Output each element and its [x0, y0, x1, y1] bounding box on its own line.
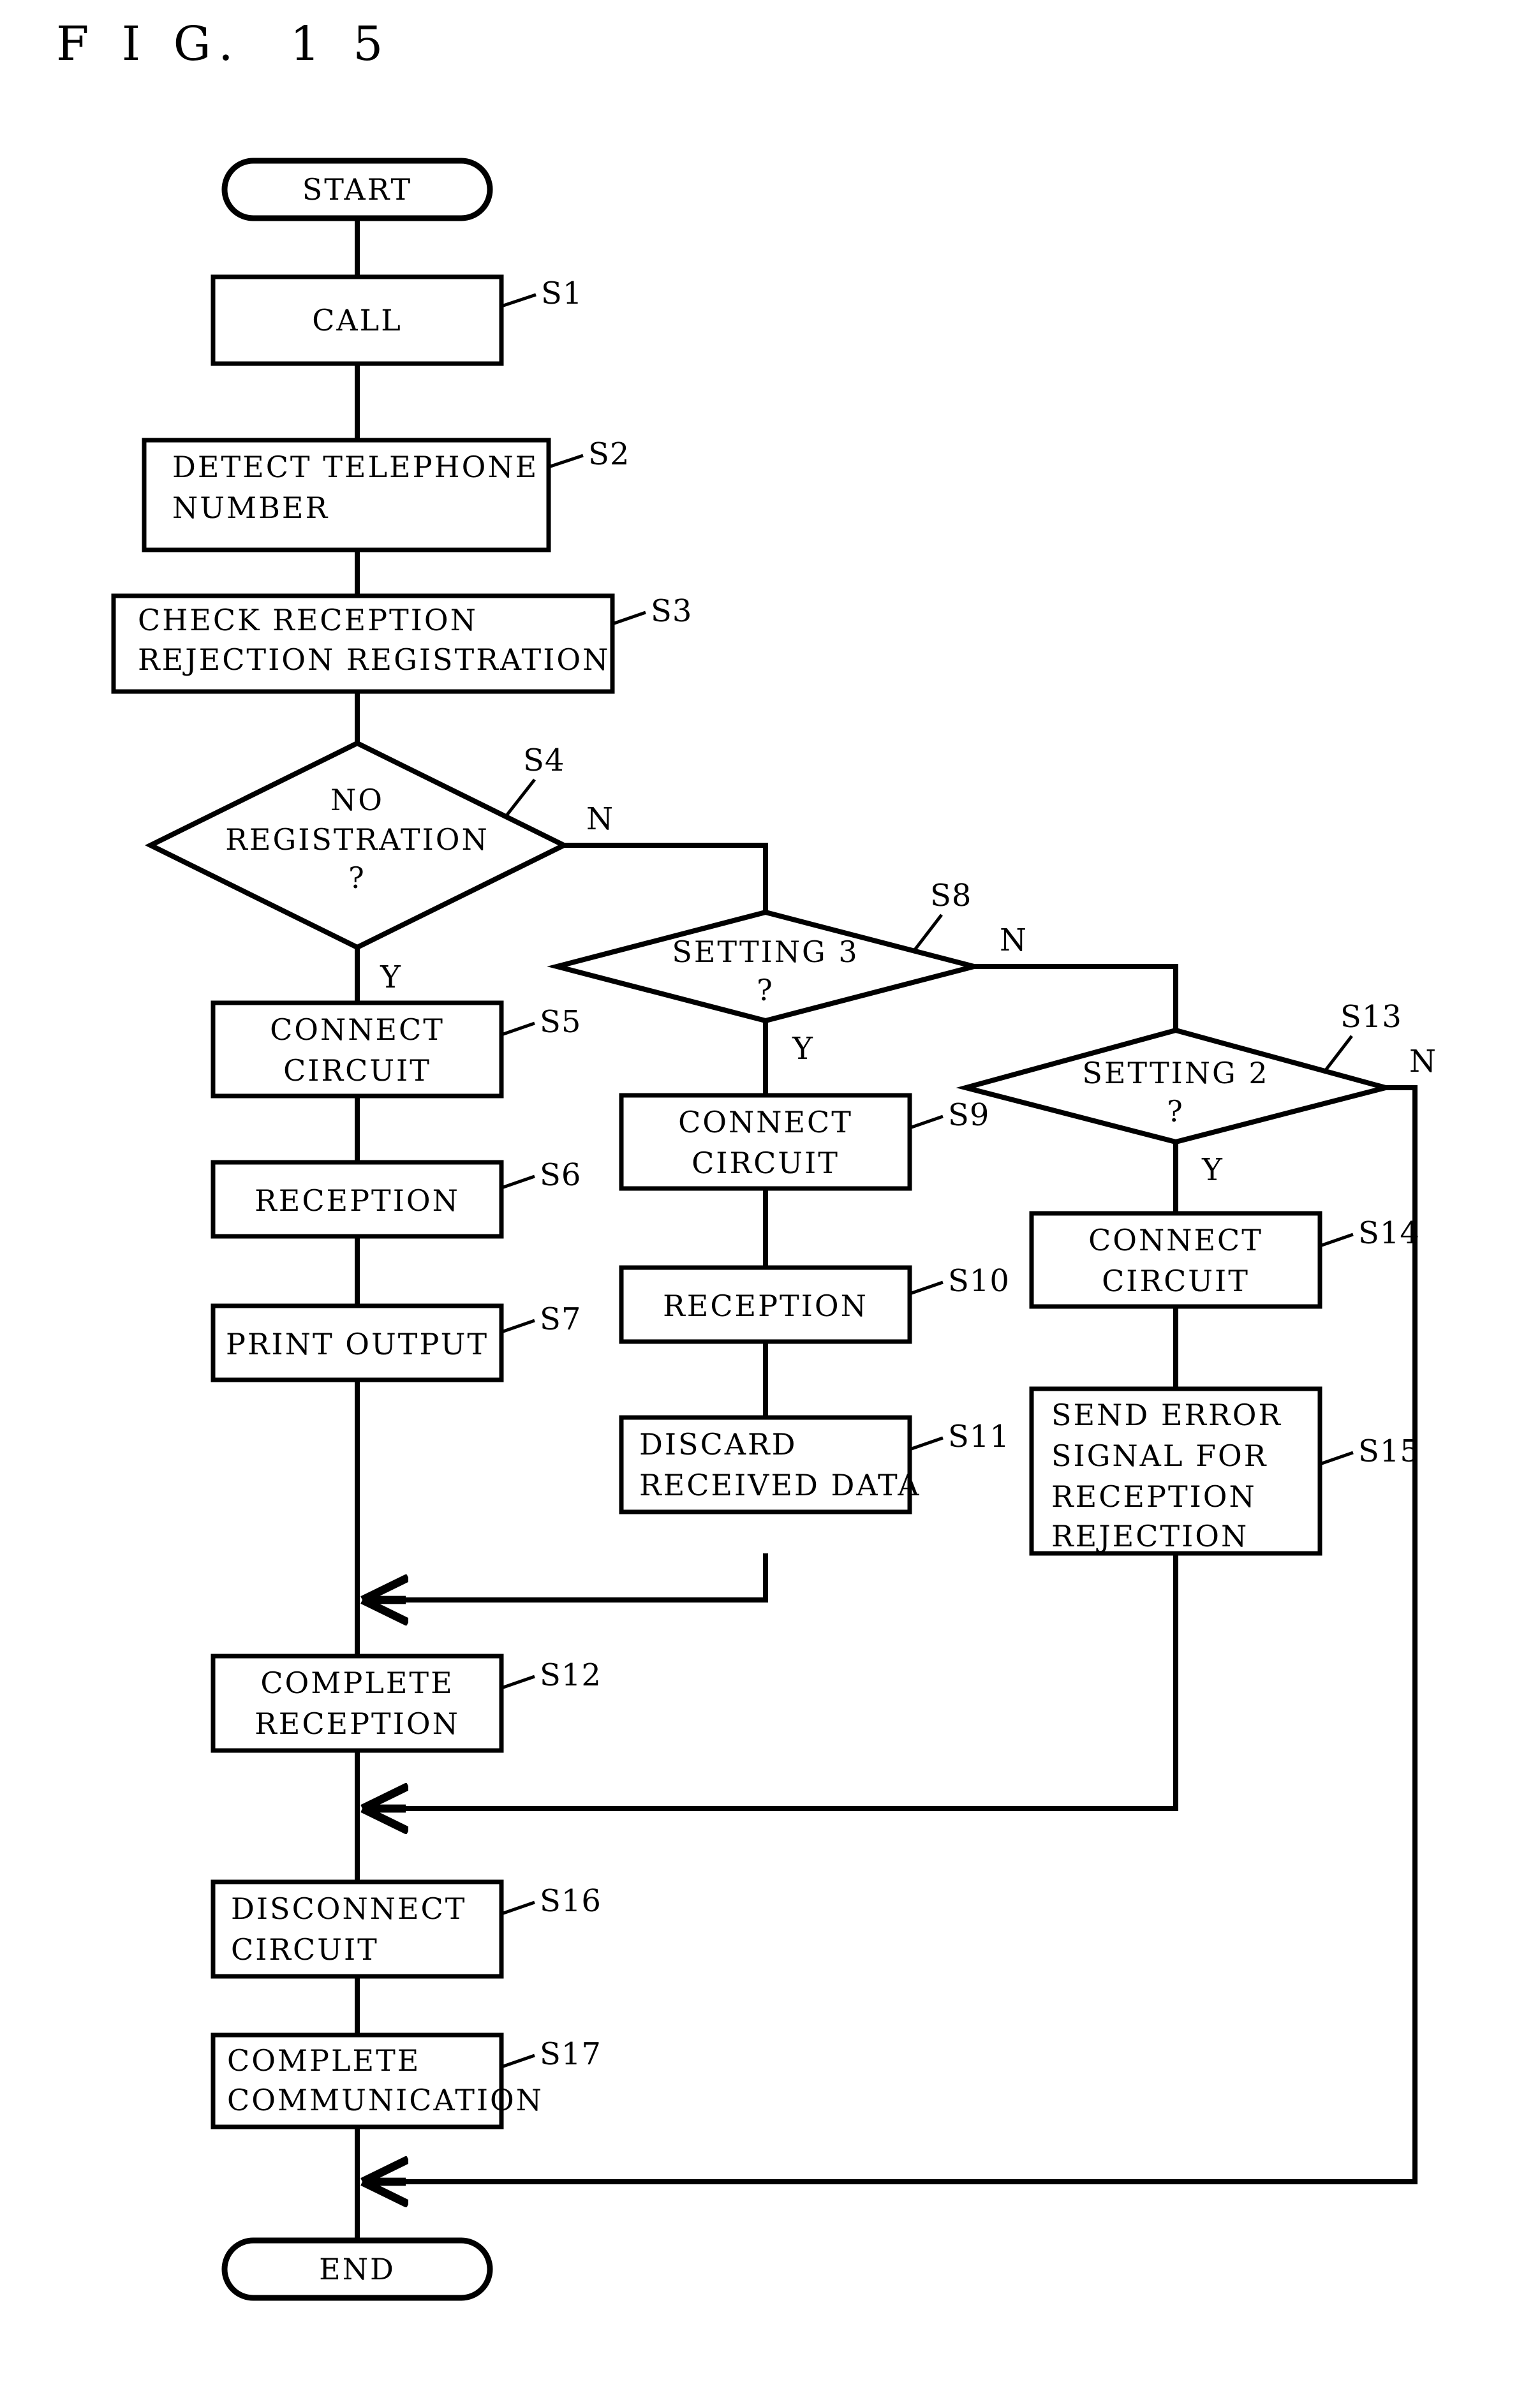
- process-node-s14[interactable]: CONNECT CIRCUIT S14: [1029, 1211, 1420, 1309]
- process-node-s11[interactable]: DISCARD RECEIVED DATA S11: [619, 1415, 1010, 1514]
- s14-line-2: CIRCUIT: [1102, 1264, 1250, 1298]
- s3-line-2: REJECTION REGISTRATION: [138, 642, 610, 677]
- s2-line-1: DETECT TELEPHONE: [172, 450, 538, 484]
- start-label: START: [302, 172, 412, 207]
- process-node-s15[interactable]: SEND ERROR SIGNAL FOR RECEPTION REJECTIO…: [1029, 1386, 1420, 1556]
- s11-line-1: DISCARD: [639, 1427, 797, 1462]
- process-node-s16[interactable]: DISCONNECT CIRCUIT S16: [211, 1879, 602, 1979]
- s8-yes-branch-label: Y: [792, 1031, 813, 1067]
- edge-s8-no-to-s13: [974, 964, 1178, 1030]
- process-node-s7[interactable]: PRINT OUTPUT S7: [211, 1301, 581, 1382]
- process-node-s10[interactable]: RECEPTION S10: [619, 1263, 1010, 1344]
- s4-yes-branch-label: Y: [380, 959, 401, 995]
- s5-step-label: S5: [540, 1004, 581, 1040]
- s8-no-branch-label: N: [1000, 922, 1026, 958]
- s6-leader: [501, 1174, 535, 1190]
- s5-leader: [501, 1021, 535, 1037]
- s10-leader: [909, 1280, 944, 1296]
- s5-line-2: CIRCUIT: [283, 1053, 431, 1088]
- s1-leader: [501, 293, 537, 308]
- edge-s11-to-spine: [362, 1553, 768, 1600]
- process-node-s17[interactable]: COMPLETE COMMUNICATION S17: [211, 2032, 602, 2129]
- s15-line-2: SIGNAL FOR: [1051, 1439, 1268, 1473]
- s11-step-label: S11: [948, 1419, 1010, 1455]
- s15-line-3: RECEPTION: [1051, 1479, 1257, 1514]
- s17-line-1: COMPLETE: [227, 2043, 420, 2078]
- s13-line-1: SETTING 2: [1082, 1056, 1269, 1090]
- s4-leader: [506, 778, 536, 816]
- process-node-s1[interactable]: CALL S1: [211, 274, 582, 366]
- s13-line-2: ?: [1167, 1094, 1185, 1129]
- s13-leader: [1323, 1035, 1353, 1073]
- s11-leader: [909, 1436, 944, 1451]
- s3-leader: [612, 611, 646, 626]
- process-node-s9[interactable]: CONNECT CIRCUIT S9: [619, 1093, 989, 1191]
- s2-leader: [548, 454, 584, 469]
- s4-line-2: REGISTRATION: [225, 822, 489, 857]
- s7-leader: [501, 1319, 535, 1334]
- s3-line-1: CHECK RECEPTION: [138, 603, 478, 637]
- end-label: END: [319, 2252, 396, 2286]
- s11-line-2: RECEIVED DATA: [639, 1468, 921, 1502]
- s13-yes-branch-label: Y: [1201, 1152, 1223, 1188]
- s14-leader: [1319, 1233, 1354, 1248]
- s4-line-3: ?: [348, 861, 366, 895]
- s2-step-label: S2: [588, 436, 630, 472]
- s3-step-label: S3: [651, 593, 692, 629]
- s13-no-branch-label: N: [1409, 1044, 1436, 1079]
- edge-s4-no-to-s8: [564, 843, 768, 912]
- s15-line-4: REJECTION: [1051, 1519, 1248, 1553]
- terminator-start[interactable]: START: [221, 158, 493, 221]
- s17-line-2: COMMUNICATION: [227, 2083, 544, 2117]
- s16-line-1: DISCONNECT: [231, 1891, 466, 1926]
- process-node-s3[interactable]: CHECK RECEPTION REJECTION REGISTRATION S…: [111, 593, 692, 694]
- s9-line-1: CONNECT: [678, 1105, 853, 1139]
- s12-leader: [501, 1675, 535, 1690]
- s8-step-label: S8: [930, 878, 972, 914]
- s12-line-2: RECEPTION: [255, 1706, 460, 1741]
- s17-leader: [501, 2054, 535, 2069]
- decision-node-s8[interactable]: SETTING 3 ? S8 Y N: [547, 878, 1026, 1067]
- s15-step-label: S15: [1358, 1433, 1420, 1469]
- s12-line-1: COMPLETE: [260, 1666, 454, 1700]
- s10-line-1: RECEPTION: [663, 1289, 868, 1323]
- s5-line-1: CONNECT: [270, 1012, 445, 1047]
- s16-line-2: CIRCUIT: [231, 1932, 379, 1967]
- s16-leader: [501, 1900, 535, 1916]
- s8-leader: [913, 914, 943, 952]
- s13-step-label: S13: [1340, 999, 1402, 1035]
- s1-line-1: CALL: [312, 303, 403, 337]
- s15-leader: [1319, 1451, 1354, 1466]
- s8-line-2: ?: [757, 973, 774, 1007]
- process-node-s6[interactable]: RECEPTION S6: [211, 1157, 581, 1239]
- terminator-end[interactable]: END: [221, 2237, 493, 2301]
- s9-leader: [909, 1114, 944, 1130]
- s12-step-label: S12: [540, 1657, 602, 1693]
- s9-line-2: CIRCUIT: [692, 1146, 840, 1180]
- process-node-s2[interactable]: DETECT TELEPHONE NUMBER S2: [142, 436, 630, 552]
- s6-step-label: S6: [540, 1157, 581, 1193]
- process-node-s5[interactable]: CONNECT CIRCUIT S5: [211, 1000, 581, 1099]
- s17-step-label: S17: [540, 2036, 602, 2072]
- s9-step-label: S9: [948, 1097, 989, 1133]
- s4-no-branch-label: N: [586, 801, 613, 837]
- s10-step-label: S10: [948, 1263, 1010, 1299]
- s4-line-1: NO: [330, 783, 384, 817]
- s14-step-label: S14: [1358, 1215, 1420, 1251]
- s6-line-1: RECEPTION: [255, 1183, 460, 1218]
- s14-line-1: CONNECT: [1088, 1223, 1263, 1257]
- s1-step-label: S1: [541, 276, 582, 311]
- s2-line-2: NUMBER: [172, 491, 329, 525]
- s16-step-label: S16: [540, 1883, 602, 1919]
- s7-step-label: S7: [540, 1301, 581, 1337]
- s7-line-1: PRINT OUTPUT: [226, 1327, 489, 1361]
- decision-node-s4[interactable]: NO REGISTRATION ? S4 Y N: [144, 740, 613, 995]
- process-node-s12[interactable]: COMPLETE RECEPTION S12: [211, 1654, 602, 1753]
- s8-line-1: SETTING 3: [672, 935, 859, 969]
- s4-step-label: S4: [523, 743, 565, 778]
- flowchart-canvas: START END CALL S1 DETECT TELEPHONE NUMBE…: [111, 158, 1436, 2301]
- decision-node-s13[interactable]: SETTING 2 ? S13 Y N: [956, 999, 1436, 1188]
- s15-line-1: SEND ERROR: [1051, 1398, 1282, 1432]
